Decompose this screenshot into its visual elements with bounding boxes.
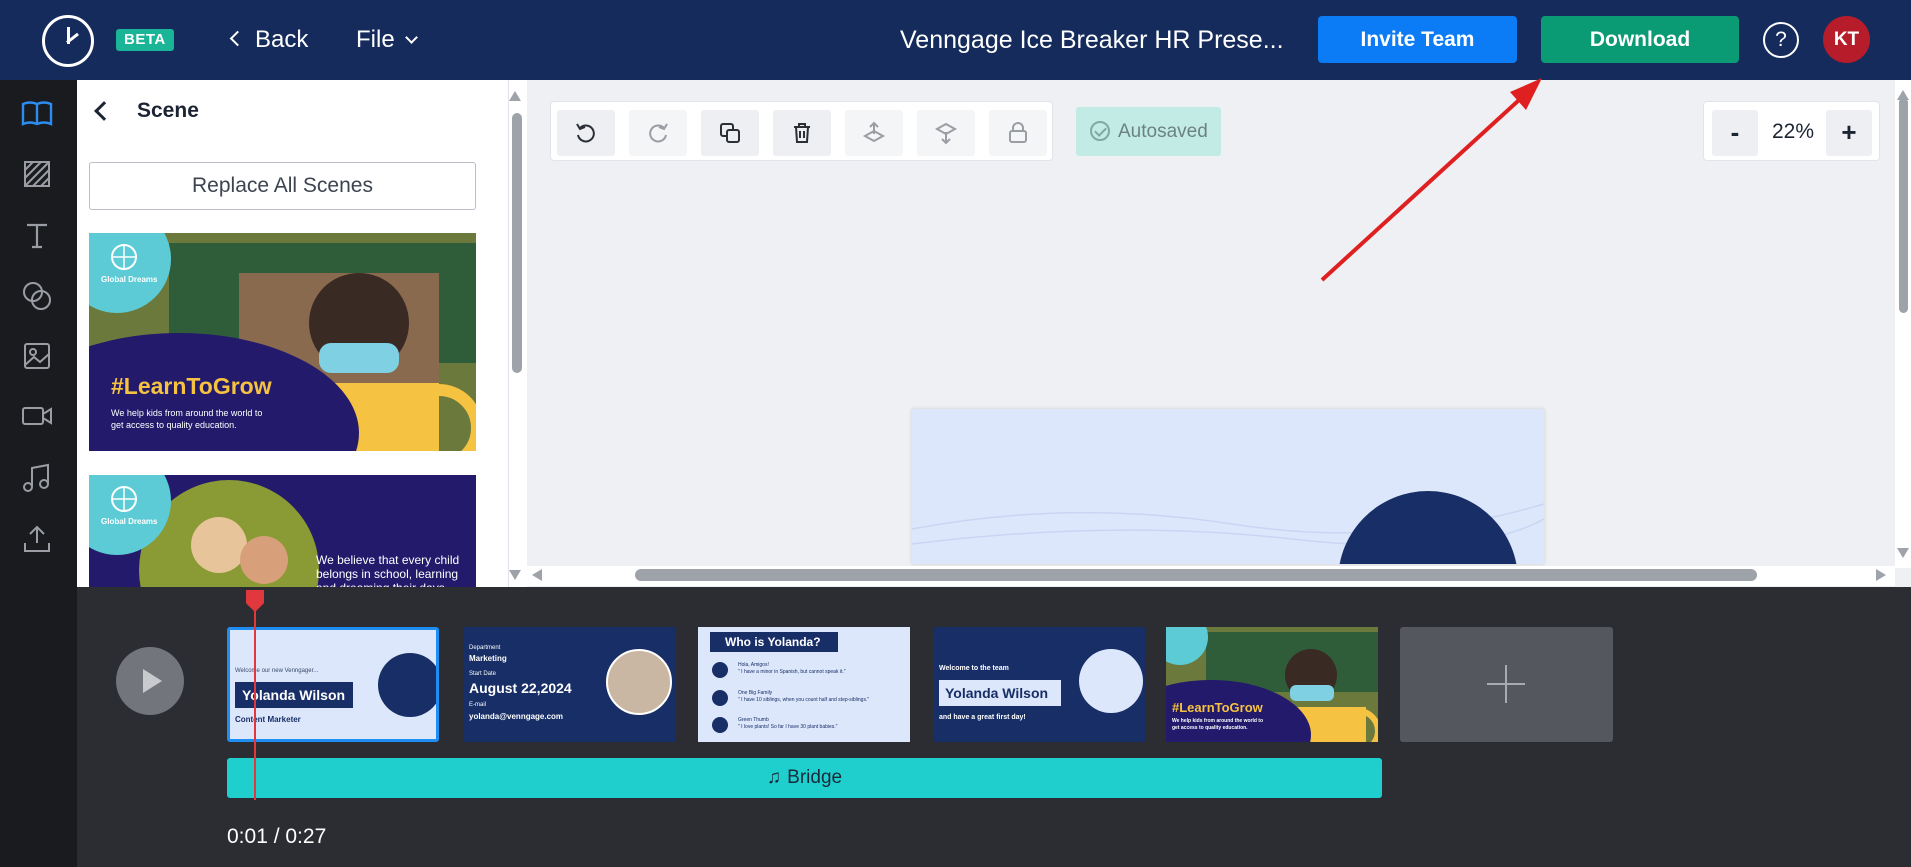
venngage-logo-icon[interactable] xyxy=(42,15,94,67)
scroll-left-arrow-icon[interactable] xyxy=(532,569,542,581)
scroll-down-arrow-icon[interactable] xyxy=(509,570,521,580)
lock-icon[interactable] xyxy=(989,110,1047,156)
audio-track[interactable]: ♫ Bridge xyxy=(227,758,1382,798)
timeline-clip-2[interactable]: Department Marketing Start Date August 2… xyxy=(463,627,675,742)
document-title[interactable]: Venngage Ice Breaker HR Prese... xyxy=(900,24,1284,56)
canvas-vertical-scrollbar-thumb[interactable] xyxy=(1899,98,1908,313)
scroll-up-arrow-icon[interactable] xyxy=(509,91,521,101)
text-icon[interactable] xyxy=(19,217,55,253)
scene-thumbnail-we-believe[interactable]: Global Dreams We believe that every chil… xyxy=(89,475,476,587)
bring-forward-icon[interactable] xyxy=(845,110,903,156)
replace-all-scenes-button[interactable]: Replace All Scenes xyxy=(89,162,476,210)
circle-shape xyxy=(378,653,436,717)
scene-thumbnail-learn-to-grow[interactable]: Global Dreams #LearnToGrow We help kids … xyxy=(89,233,476,451)
canvas-horizontal-scrollbar-thumb[interactable] xyxy=(635,569,1757,581)
photo-circle xyxy=(606,649,672,715)
back-button[interactable]: Back xyxy=(229,23,308,57)
slide-canvas[interactable] xyxy=(912,409,1544,564)
chevron-down-icon xyxy=(404,31,418,44)
autosaved-status: Autosaved xyxy=(1076,107,1221,156)
help-icon[interactable]: ? xyxy=(1763,22,1799,58)
image-icon[interactable] xyxy=(19,338,55,374)
left-tool-rail xyxy=(0,80,77,587)
check-circle-icon xyxy=(1090,121,1110,141)
shapes-icon[interactable] xyxy=(19,278,55,314)
add-scene-button[interactable] xyxy=(1400,627,1613,742)
timecode: 0:01 / 0:27 xyxy=(227,825,327,848)
scroll-up-arrow-icon[interactable] xyxy=(1897,90,1909,100)
invite-team-button[interactable]: Invite Team xyxy=(1318,16,1517,63)
timeline-clip-5[interactable]: #LearnToGrow We help kids from around th… xyxy=(1166,627,1378,742)
music-note-icon: ♫ xyxy=(766,767,782,788)
timeline-clip-4[interactable]: Welcome to the team Yolanda Wilson and h… xyxy=(933,627,1145,742)
zoom-control: - 22% + xyxy=(1703,101,1880,161)
edit-toolbar xyxy=(550,101,1053,161)
beta-badge: BETA xyxy=(116,29,174,51)
chevron-left-icon xyxy=(229,30,246,47)
plant-icon xyxy=(712,717,728,733)
zoom-out-button[interactable]: - xyxy=(1712,110,1758,156)
panel-scrollbar-thumb[interactable] xyxy=(512,113,522,373)
download-button[interactable]: Download xyxy=(1541,16,1739,63)
playhead-line[interactable] xyxy=(254,590,256,800)
timeline-clip-3[interactable]: Who is Yolanda? Hola, Amigos! " I have a… xyxy=(698,627,910,742)
left-rail-bottom xyxy=(0,587,77,867)
zoom-level: 22% xyxy=(1771,120,1815,143)
delete-icon[interactable] xyxy=(773,110,831,156)
pattern-icon[interactable] xyxy=(19,156,55,192)
scroll-right-arrow-icon[interactable] xyxy=(1876,569,1886,581)
file-menu[interactable]: File xyxy=(356,23,418,57)
top-bar: BETA Back File Venngage Ice Breaker HR P… xyxy=(0,0,1911,80)
video-icon[interactable] xyxy=(19,398,55,434)
upload-icon[interactable] xyxy=(19,521,55,557)
book-icon[interactable] xyxy=(19,96,55,132)
duplicate-icon[interactable] xyxy=(701,110,759,156)
undo-icon[interactable] xyxy=(557,110,615,156)
zoom-in-button[interactable]: + xyxy=(1826,110,1872,156)
play-button[interactable] xyxy=(116,647,184,715)
redo-icon[interactable] xyxy=(629,110,687,156)
music-icon[interactable] xyxy=(19,460,55,496)
circle-shape xyxy=(1079,649,1143,713)
panel-title: Scene xyxy=(137,99,199,122)
heart-icon xyxy=(712,690,728,706)
timeline-clip-1[interactable]: Welcome our new Venngager... Yolanda Wil… xyxy=(227,627,439,742)
chevron-left-icon[interactable] xyxy=(94,101,114,121)
send-backward-icon[interactable] xyxy=(917,110,975,156)
user-avatar[interactable]: KT xyxy=(1823,16,1870,63)
scroll-down-arrow-icon[interactable] xyxy=(1897,548,1909,558)
speech-icon xyxy=(712,662,728,678)
scene-panel: Scene Replace All Scenes Global Dreams #… xyxy=(77,80,509,587)
